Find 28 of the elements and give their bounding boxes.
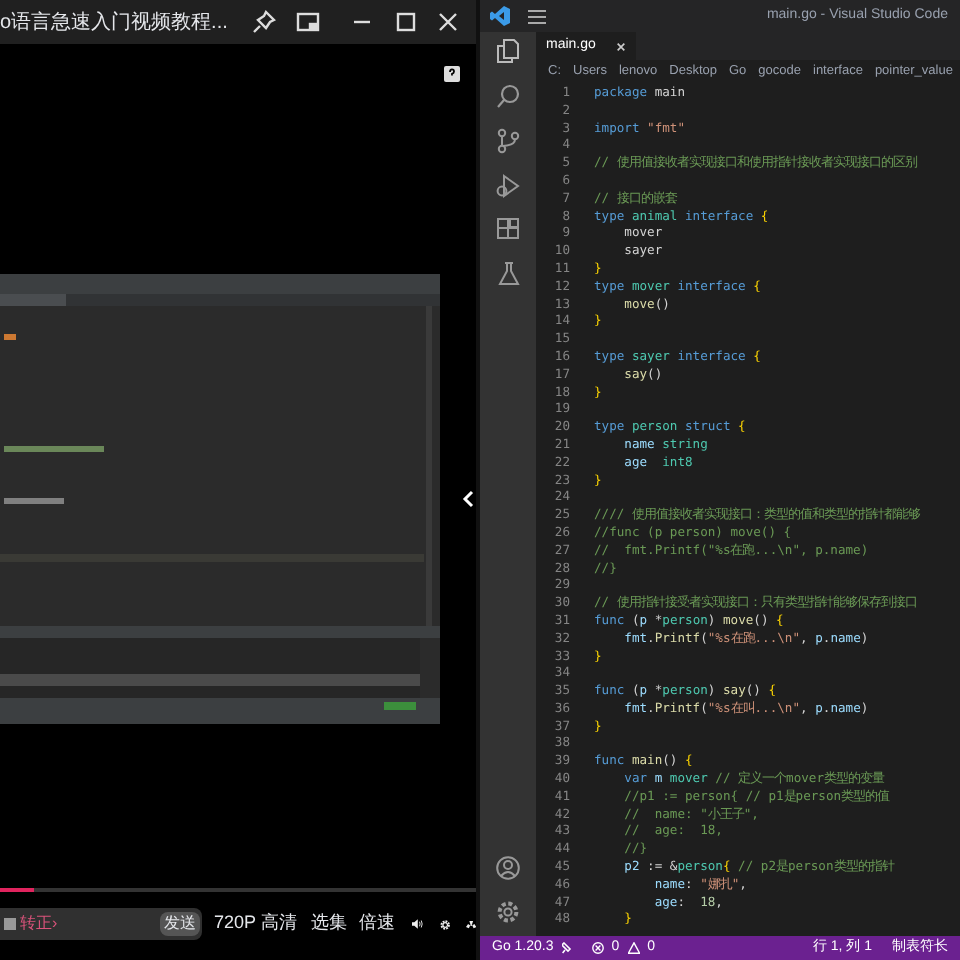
search-icon[interactable] [496,84,520,108]
speed-button[interactable]: 倍速 [358,910,395,938]
danmaku-input[interactable]: 转正› 发送 [0,908,202,940]
warning-icon[interactable] [627,942,640,954]
send-button[interactable]: 发送 [160,912,200,936]
help-icon[interactable] [444,66,460,82]
flask-icon[interactable] [497,262,519,286]
radiation-icon[interactable] [465,915,477,933]
run-debug-icon[interactable] [496,174,520,198]
close-icon[interactable] [436,10,460,34]
files-icon[interactable] [496,38,520,64]
chevron-left-icon[interactable] [462,490,474,508]
volume-icon[interactable] [412,916,424,932]
danmaku-icon [4,918,16,930]
account-icon[interactable] [496,856,520,880]
menu-icon[interactable] [528,9,546,23]
settings-icon[interactable] [439,915,450,933]
error-icon[interactable] [591,942,604,954]
window-title: o语言急速入门视频教程... [0,9,230,37]
source-control-icon[interactable] [496,128,520,154]
vscode-logo-icon [490,6,510,26]
episodes-button[interactable]: 选集 [310,910,347,938]
extensions-icon[interactable] [496,218,520,242]
pin-icon[interactable] [252,10,276,34]
picture-in-picture-icon[interactable] [296,10,320,34]
maximize-icon[interactable] [394,10,418,34]
close-icon[interactable] [615,41,626,51]
quality-button[interactable]: 720P 高清 [214,910,297,938]
